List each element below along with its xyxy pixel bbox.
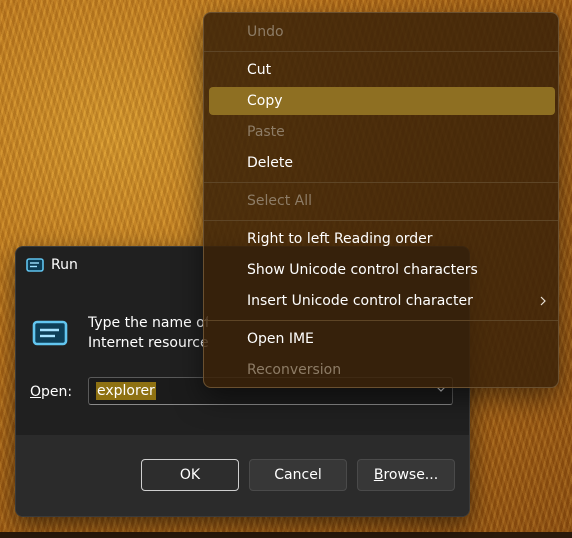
menu-item-label: Reconversion: [247, 362, 342, 378]
menu-item-insert-unicode[interactable]: Insert Unicode control character: [209, 287, 555, 315]
run-window-icon: [32, 320, 68, 346]
menu-item-delete[interactable]: Delete: [209, 149, 555, 177]
menu-separator: [204, 220, 558, 221]
window-title: Run: [51, 257, 78, 273]
menu-item-label: Delete: [247, 155, 293, 171]
cancel-button[interactable]: Cancel: [249, 459, 347, 491]
menu-item-label: Copy: [247, 93, 283, 109]
open-label-accelerator: O: [30, 384, 42, 400]
description-line-1: Type the name of: [88, 315, 208, 331]
menu-separator: [204, 320, 558, 321]
menu-item-cut[interactable]: Cut: [209, 56, 555, 84]
menu-item-label: Open IME: [247, 331, 314, 347]
menu-separator: [204, 182, 558, 183]
run-window-icon: [26, 258, 44, 272]
menu-item-undo[interactable]: Undo: [209, 18, 555, 46]
open-input-value[interactable]: explorer: [96, 382, 156, 400]
menu-item-open-ime[interactable]: Open IME: [209, 325, 555, 353]
chevron-right-icon: [540, 296, 546, 306]
open-label: Open:: [30, 384, 72, 400]
open-label-text: pen:: [41, 384, 73, 400]
menu-item-rtl-reading-order[interactable]: Right to left Reading order: [209, 225, 555, 253]
browse-accelerator: B: [373, 467, 384, 483]
menu-separator: [204, 51, 558, 52]
menu-item-label: Right to left Reading order: [247, 231, 433, 247]
ok-button[interactable]: OK: [141, 459, 239, 491]
browse-button[interactable]: Browse...: [357, 459, 455, 491]
menu-item-label: Undo: [247, 24, 284, 40]
menu-item-select-all[interactable]: Select All: [209, 187, 555, 215]
menu-item-paste[interactable]: Paste: [209, 118, 555, 146]
menu-item-label: Paste: [247, 124, 285, 140]
description-line-2: Internet resource,: [88, 335, 208, 351]
menu-item-reconversion[interactable]: Reconversion: [209, 356, 555, 384]
menu-item-label: Show Unicode control characters: [247, 262, 478, 278]
menu-item-label: Select All: [247, 193, 312, 209]
context-menu: Undo Cut Copy Paste Delete Select All Ri…: [203, 12, 559, 388]
menu-item-show-unicode[interactable]: Show Unicode control characters: [209, 256, 555, 284]
menu-item-copy[interactable]: Copy: [209, 87, 555, 115]
run-description: Type the name of Internet resource,: [88, 313, 208, 353]
taskbar-edge: [0, 532, 572, 538]
browse-label: rowse...: [383, 467, 439, 483]
dialog-footer: OK Cancel Browse...: [16, 435, 469, 516]
menu-item-label: Insert Unicode control character: [247, 293, 473, 309]
menu-item-label: Cut: [247, 62, 272, 78]
